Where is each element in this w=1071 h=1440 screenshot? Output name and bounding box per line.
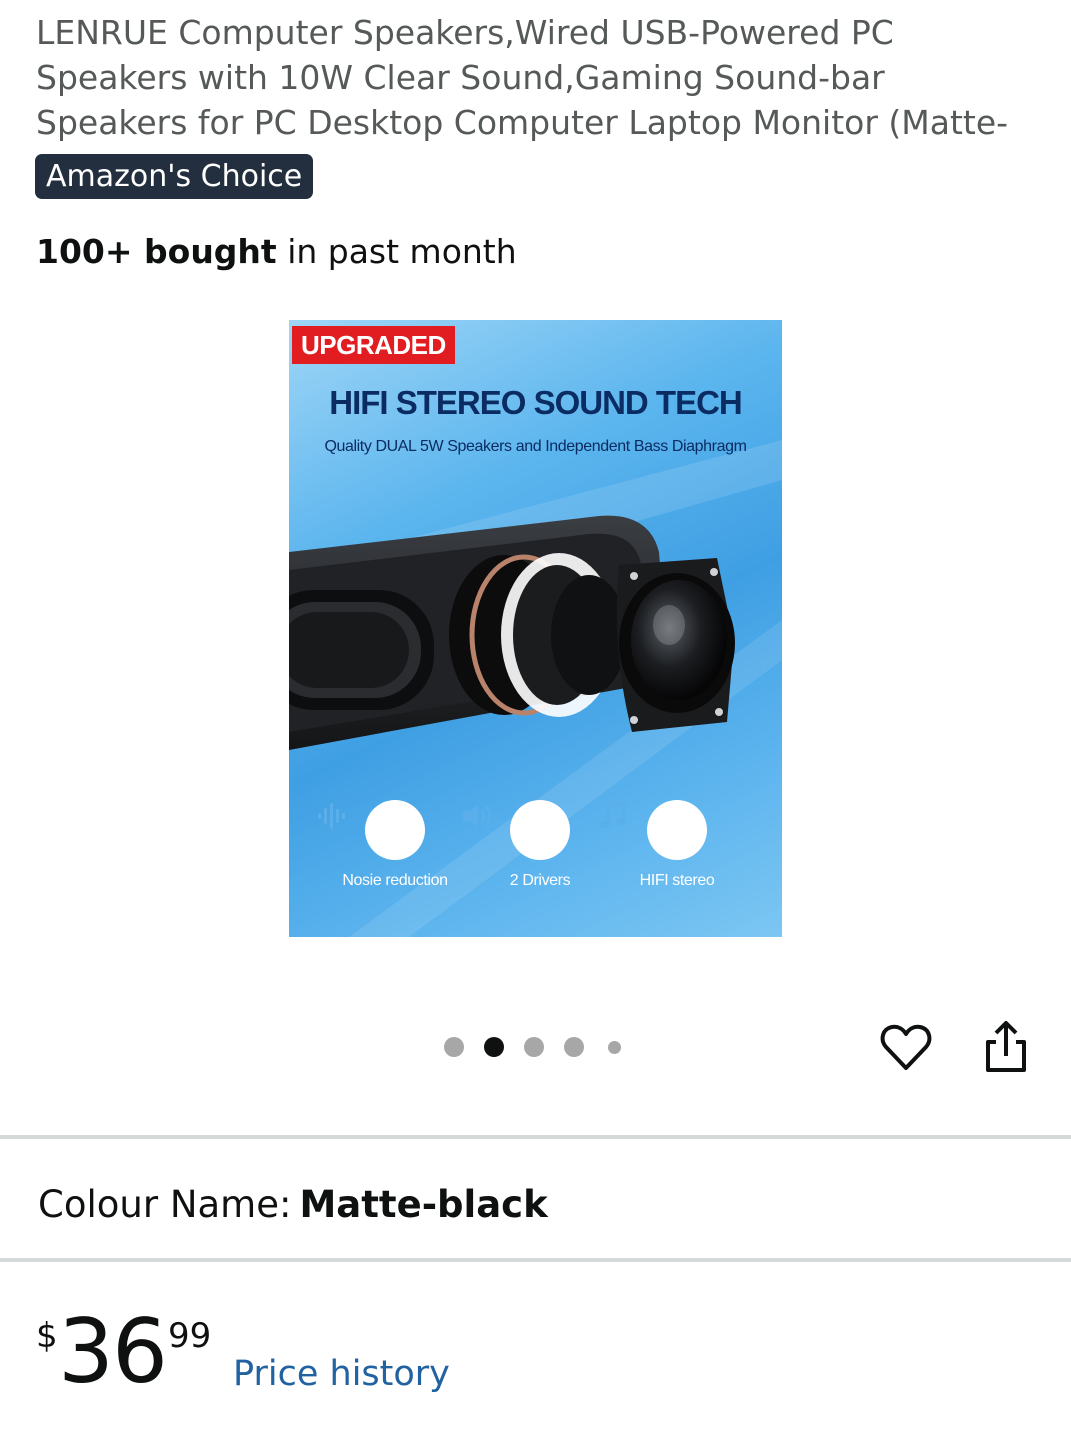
speaker-volume-icon [463,800,570,860]
feature-label: Nosie reduction [342,872,448,889]
bought-in-past-month: 100+ bought in past month [36,229,517,275]
image-headline: HIFI STEREO SOUND TECH [329,384,743,421]
colour-label: Colour Name: [38,1183,292,1226]
bought-count: 100+ bought [36,232,277,271]
waveform-icon [318,800,425,860]
feature-label: 2 Drivers [509,872,571,889]
feature-two-drivers: 2 Drivers [460,800,620,890]
add-to-wishlist-button[interactable] [878,1020,934,1076]
feature-noise-reduction: Nosie reduction [315,800,475,890]
colour-variation: Colour Name: Matte-black [38,1180,548,1230]
carousel-dot[interactable] [564,1037,584,1057]
bought-suffix: in past month [276,232,517,271]
share-icon [986,1021,1026,1072]
feature-hifi-stereo: HIFI stereo [597,800,757,890]
feature-label: HIFI stereo [639,872,715,889]
carousel-dot[interactable] [444,1037,464,1057]
price-whole: 36 [58,1300,168,1403]
price-fraction: 99 [168,1316,212,1356]
upgraded-tag: UPGRADED [292,326,455,364]
product-image[interactable]: UPGRADED HIFI STEREO SOUND TECH Quality … [289,320,782,937]
image-carousel-dots[interactable] [444,1036,641,1058]
music-note-icon [600,800,707,860]
carousel-dot[interactable] [608,1040,621,1054]
section-divider [0,1135,1071,1139]
price-symbol: $ [36,1316,58,1356]
section-divider [0,1258,1071,1262]
colour-value: Matte-black [299,1183,548,1226]
carousel-dot[interactable] [524,1037,544,1057]
amazons-choice-badge[interactable]: Amazon's Choice [35,154,314,199]
price-history-link[interactable]: Price history [233,1354,450,1394]
share-button[interactable] [980,1018,1032,1076]
heart-icon [880,1024,932,1070]
image-subline: Quality DUAL 5W Speakers and Independent… [324,438,747,455]
carousel-dot-active[interactable] [484,1037,504,1057]
